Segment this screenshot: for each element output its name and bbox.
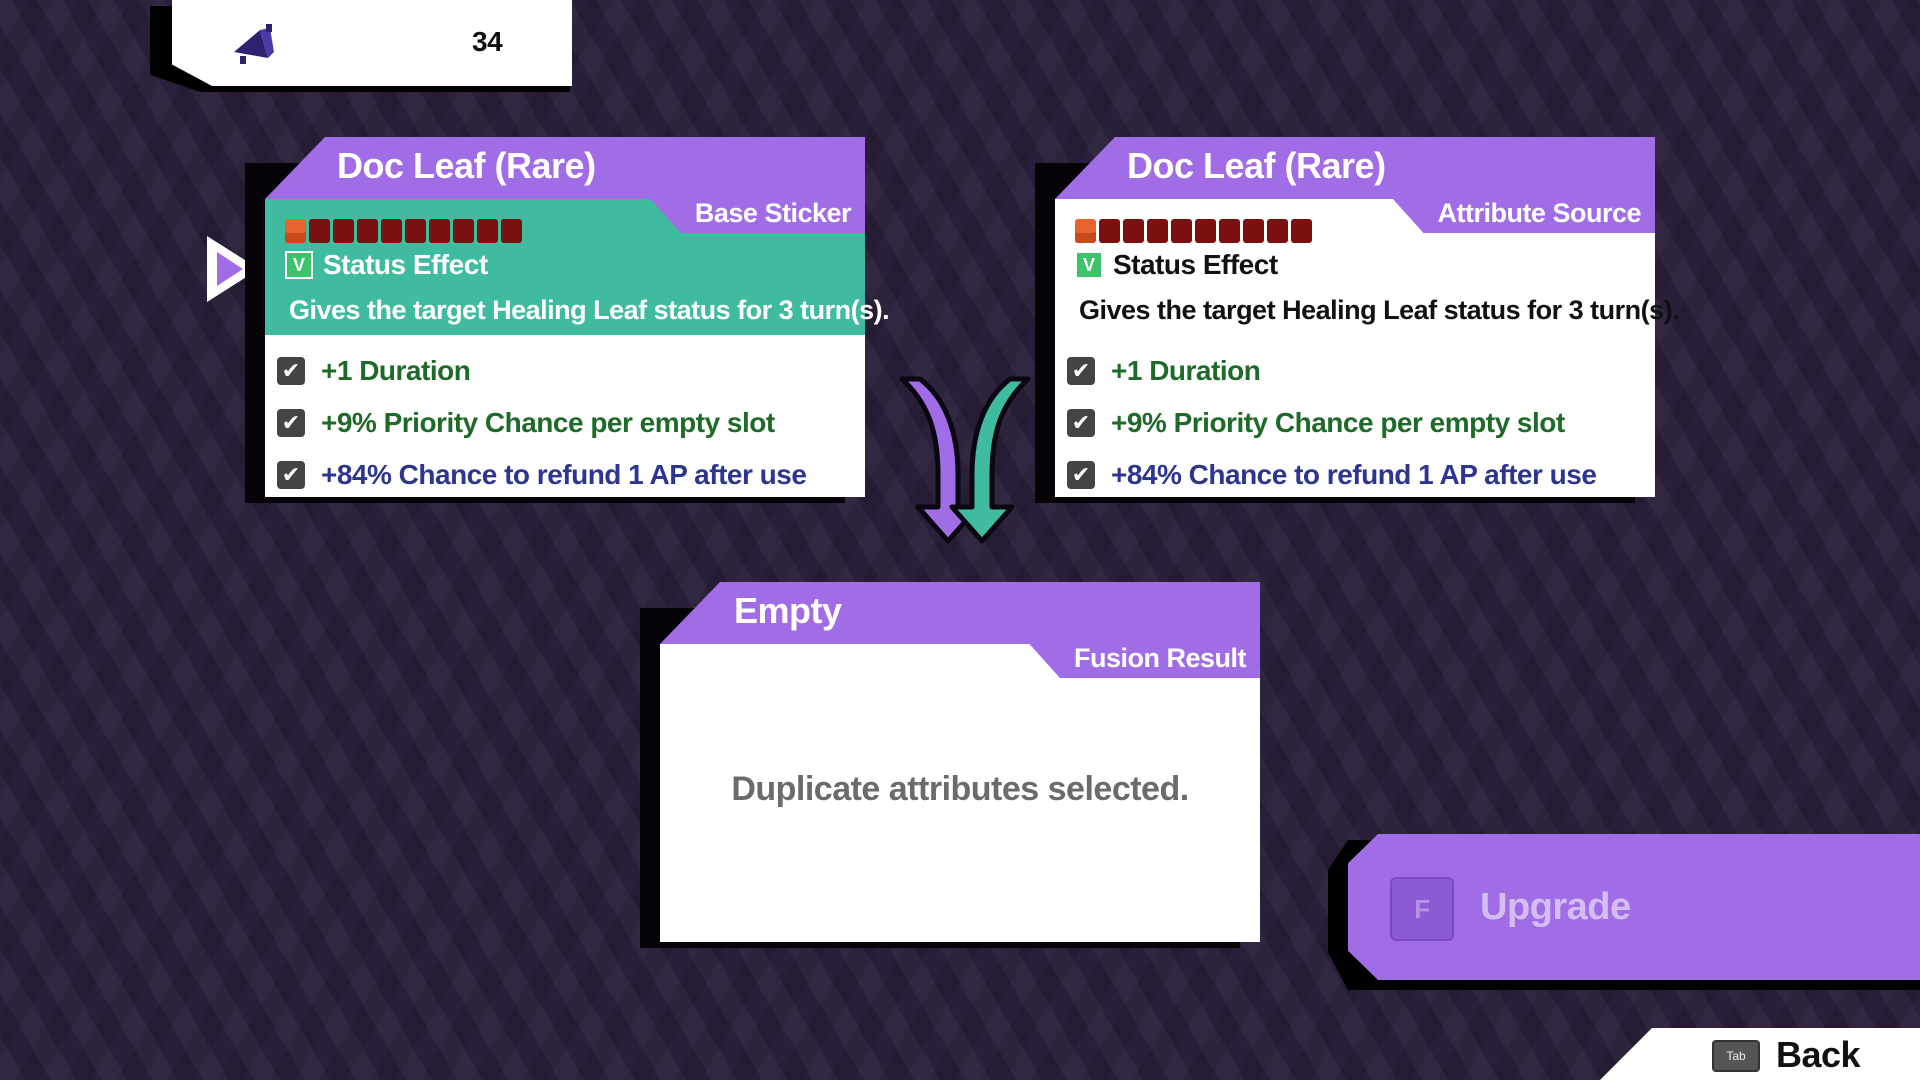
- checkbox-icon[interactable]: ✔: [1067, 409, 1095, 437]
- card-tab: Base Sticker: [644, 193, 865, 233]
- card-title: Doc Leaf (Rare): [1127, 145, 1386, 186]
- attribute-row[interactable]: ✔ +84% Chance to refund 1 AP after use: [1067, 449, 1597, 501]
- attribute-row[interactable]: ✔ +1 Duration: [277, 345, 806, 397]
- megaphone-icon: [234, 24, 274, 64]
- currency-count: 34: [472, 26, 503, 57]
- card-tab-label: Attribute Source: [1437, 198, 1641, 228]
- status-effect-icon: V: [285, 251, 313, 279]
- type-label: Status Effect: [1113, 249, 1278, 280]
- base-sticker-card[interactable]: V Status Effect Gives the target Healing…: [245, 137, 890, 503]
- rarity-bar: [1075, 219, 1312, 243]
- fusion-result-card: Empty Fusion Result Duplicate attributes…: [640, 582, 1260, 948]
- effect-description: Gives the target Healing Leaf status for…: [1079, 295, 1680, 325]
- card-header: Doc Leaf (Rare): [1055, 137, 1655, 199]
- attribute-row[interactable]: ✔ +9% Priority Chance per empty slot: [277, 397, 806, 449]
- status-effect-icon: V: [1075, 251, 1103, 279]
- attribute-label: +9% Priority Chance per empty slot: [1111, 407, 1565, 438]
- checkbox-icon[interactable]: ✔: [277, 461, 305, 489]
- card-tab: Fusion Result: [1023, 638, 1260, 678]
- effect-description: Gives the target Healing Leaf status for…: [289, 295, 890, 325]
- card-tab-label: Base Sticker: [694, 198, 852, 228]
- attribute-row[interactable]: ✔ +1 Duration: [1067, 345, 1596, 397]
- attribute-label: +1 Duration: [1111, 355, 1261, 386]
- attribute-source-card[interactable]: V Status Effect Gives the target Healing…: [1035, 137, 1680, 503]
- currency-panel: 34: [172, 0, 572, 86]
- attribute-label: +84% Chance to refund 1 AP after use: [321, 459, 807, 490]
- upgrade-label: Upgrade: [1480, 886, 1631, 928]
- checkbox-icon[interactable]: ✔: [277, 357, 305, 385]
- merge-arrows-icon: [899, 376, 1031, 544]
- attribute-list: ✔ +1 Duration ✔ +9% Priority Chance per …: [1067, 345, 1597, 501]
- card-header: Empty: [660, 582, 1260, 644]
- checkbox-icon[interactable]: ✔: [277, 409, 305, 437]
- type-label: Status Effect: [323, 249, 488, 280]
- back-label: Back: [1776, 1034, 1861, 1075]
- type-row: V Status Effect: [285, 249, 488, 281]
- rarity-bar: [285, 219, 522, 243]
- checkbox-icon[interactable]: ✔: [1067, 461, 1095, 489]
- attribute-row[interactable]: ✔ +9% Priority Chance per empty slot: [1067, 397, 1596, 449]
- attribute-label: +84% Chance to refund 1 AP after use: [1111, 459, 1597, 490]
- attribute-label: +9% Priority Chance per empty slot: [321, 407, 775, 438]
- type-row: V Status Effect: [1075, 249, 1278, 281]
- result-title: Empty: [734, 590, 842, 631]
- upgrade-button[interactable]: F Upgrade: [1348, 834, 1920, 980]
- attribute-label: +1 Duration: [321, 355, 471, 386]
- keybind-f-icon: F: [1390, 877, 1454, 941]
- card-title: Doc Leaf (Rare): [337, 145, 596, 186]
- keybind-tab-icon: Tab: [1712, 1040, 1760, 1072]
- back-button[interactable]: Tab Back: [1600, 1028, 1920, 1080]
- checkbox-icon[interactable]: ✔: [1067, 357, 1095, 385]
- result-message: Duplicate attributes selected.: [731, 770, 1189, 808]
- card-tab: Attribute Source: [1387, 193, 1655, 233]
- result-tab-label: Fusion Result: [1073, 643, 1247, 673]
- card-header: Doc Leaf (Rare): [265, 137, 865, 199]
- attribute-list: ✔ +1 Duration ✔ +9% Priority Chance per …: [277, 345, 807, 501]
- attribute-row[interactable]: ✔ +84% Chance to refund 1 AP after use: [277, 449, 807, 501]
